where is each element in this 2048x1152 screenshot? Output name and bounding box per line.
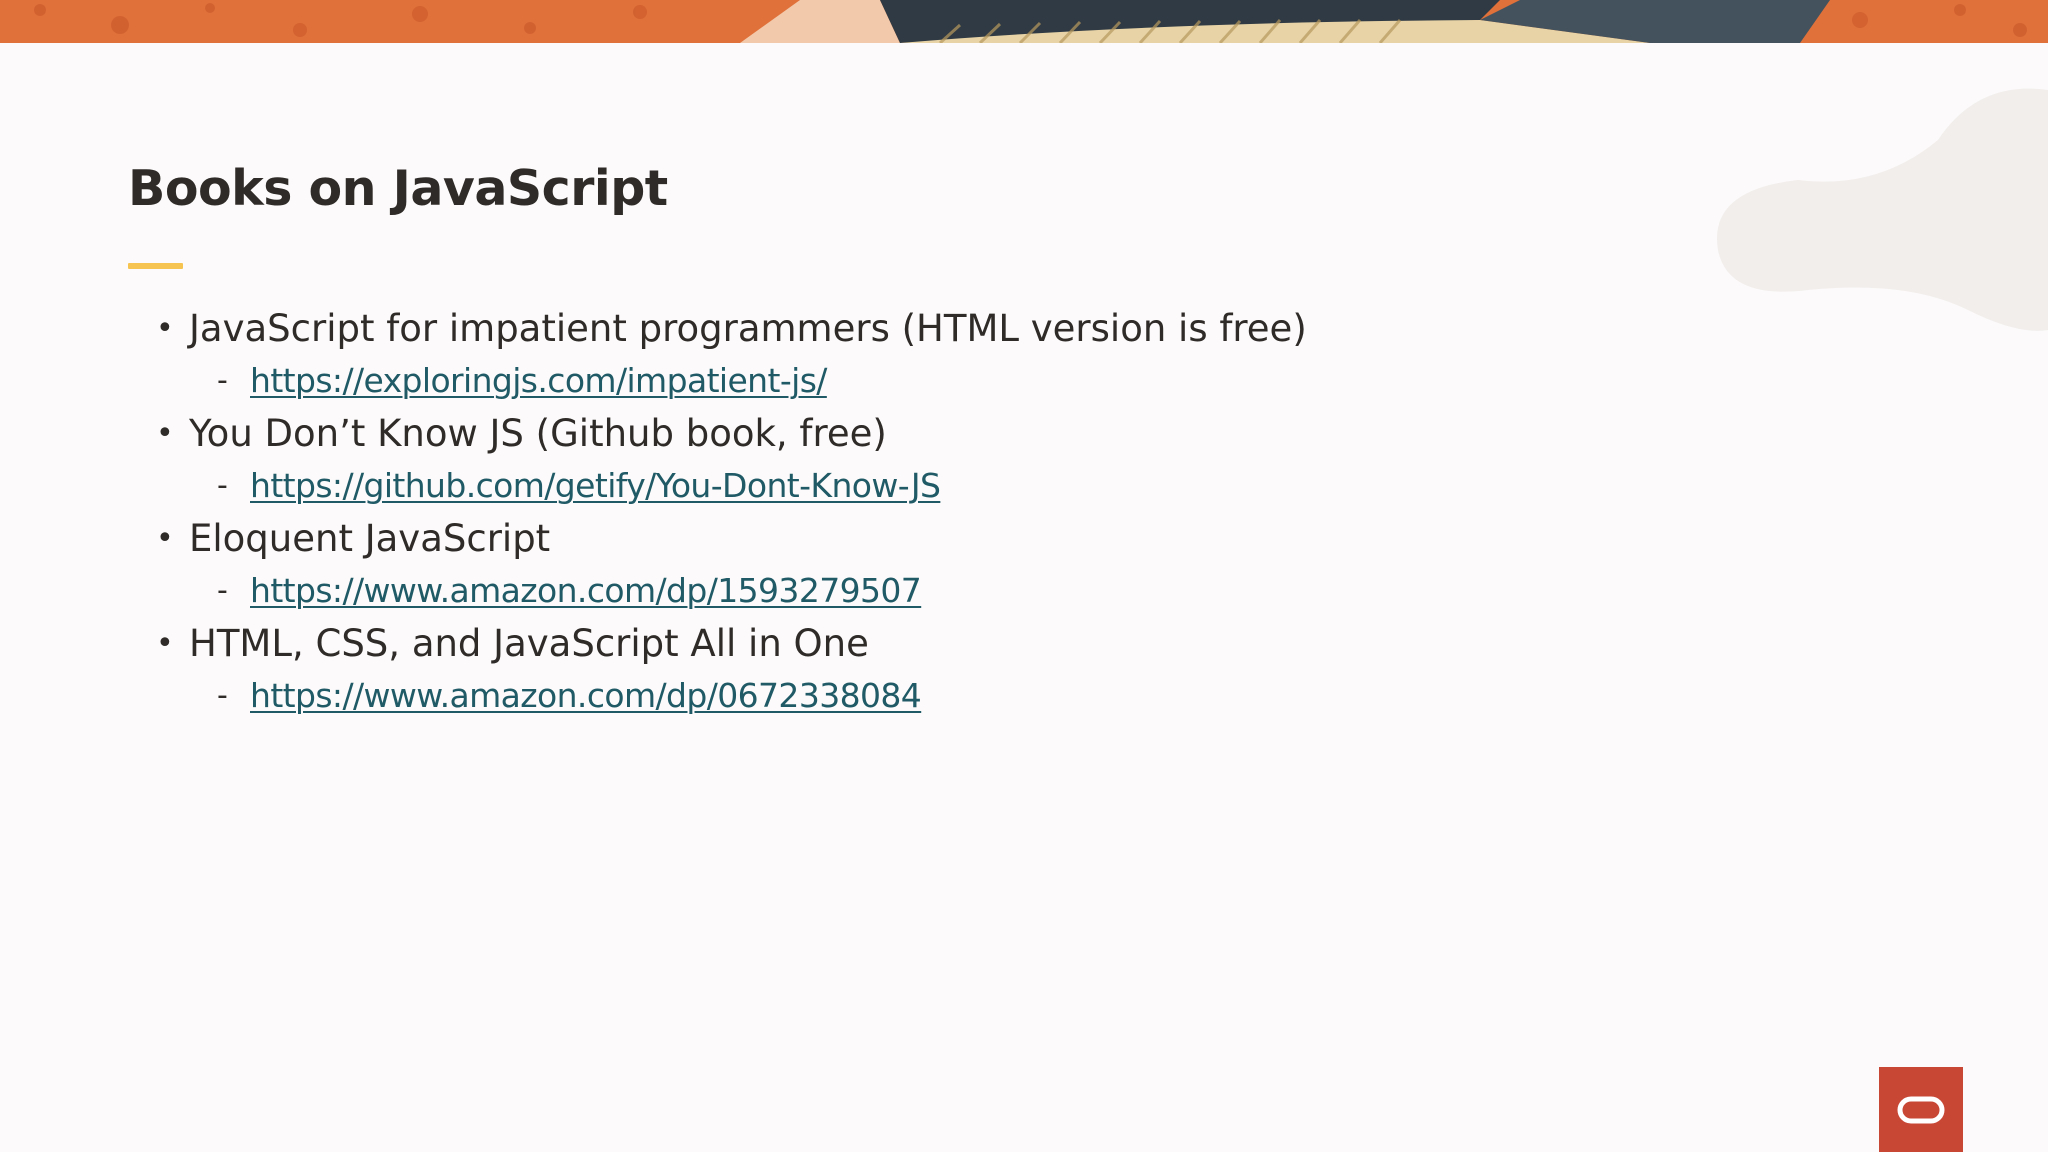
dash-icon: - [217,677,228,713]
bullet-dot-icon: • [156,625,174,661]
book-title: Eloquent JavaScript [189,516,551,560]
book-link-row: - https://exploringjs.com/impatient-js/ [150,358,1550,402]
book-item-impatient-js: • JavaScript for impatient programmers (… [150,298,1550,402]
book-item-html-css-js: • HTML, CSS, and JavaScript All in One -… [150,613,1550,717]
book-title: JavaScript for impatient programmers (HT… [189,306,1307,350]
feather-watermark [1648,80,2048,340]
dash-icon: - [217,572,228,608]
bullet-dot-icon: • [156,415,174,451]
book-title-row: • Eloquent JavaScript [150,508,1550,568]
book-title-row: • You Don’t Know JS (Github book, free) [150,403,1550,463]
oracle-logo-icon [1879,1067,1963,1152]
book-link-row: - https://github.com/getify/You-Dont-Kno… [150,463,1550,507]
book-link[interactable]: https://www.amazon.com/dp/1593279507 [250,571,922,610]
book-link-row: - https://www.amazon.com/dp/1593279507 [150,568,1550,612]
book-link[interactable]: https://exploringjs.com/impatient-js/ [250,361,827,400]
title-accent-bar [128,263,183,269]
bullet-dot-icon: • [156,310,174,346]
book-list: • JavaScript for impatient programmers (… [150,298,1550,718]
book-link[interactable]: https://github.com/getify/You-Dont-Know-… [250,466,941,505]
bullet-dot-icon: • [156,520,174,556]
book-title: HTML, CSS, and JavaScript All in One [189,621,869,665]
book-title: You Don’t Know JS (Github book, free) [189,411,887,455]
dash-icon: - [217,362,228,398]
book-title-row: • JavaScript for impatient programmers (… [150,298,1550,358]
top-decorative-banner [0,0,2048,43]
book-item-eloquent-js: • Eloquent JavaScript - https://www.amaz… [150,508,1550,612]
book-item-ydkjs: • You Don’t Know JS (Github book, free) … [150,403,1550,507]
book-link[interactable]: https://www.amazon.com/dp/0672338084 [250,676,922,715]
slide-title: Books on JavaScript [128,160,668,217]
book-title-row: • HTML, CSS, and JavaScript All in One [150,613,1550,673]
dash-icon: - [217,467,228,503]
book-link-row: - https://www.amazon.com/dp/0672338084 [150,673,1550,717]
